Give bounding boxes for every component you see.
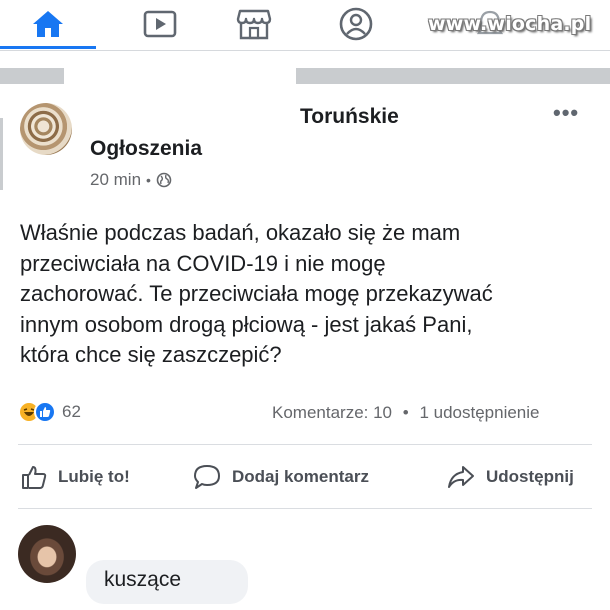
nav-divider xyxy=(0,50,610,51)
globe-icon xyxy=(156,172,172,188)
nav-video-tab[interactable] xyxy=(117,0,203,48)
commenter-avatar[interactable] xyxy=(18,525,76,583)
active-tab-indicator xyxy=(0,46,96,49)
more-options-button[interactable]: ••• xyxy=(553,100,579,126)
page-name-line2[interactable]: Ogłoszenia xyxy=(90,137,202,161)
comments-count[interactable]: Komentarze: 10 xyxy=(272,403,392,422)
stats-separator: • xyxy=(402,403,409,422)
post-text: Właśnie podczas badań, okazało się że ma… xyxy=(20,218,600,371)
nav-home-tab[interactable] xyxy=(5,0,91,48)
share-button[interactable]: Udostępnij xyxy=(446,463,574,491)
share-arrow-icon xyxy=(446,463,486,491)
like-icon xyxy=(34,401,56,423)
comment-text: kuszące xyxy=(104,568,182,591)
thumbs-up-icon xyxy=(20,463,58,491)
home-icon xyxy=(30,9,66,39)
like-button[interactable]: Lubię to! xyxy=(20,463,130,491)
nav-marketplace-tab[interactable] xyxy=(211,0,297,48)
comment-button[interactable]: Dodaj komentarz xyxy=(192,463,369,491)
watermark: www.wiocha.pl xyxy=(428,13,592,35)
post-text-line: zachorować. Te przeciwciała mogę przekaz… xyxy=(20,281,493,306)
top-navigation: www.wiocha.pl xyxy=(0,0,610,52)
nav-profile-tab[interactable] xyxy=(313,0,399,48)
edge-line xyxy=(0,118,3,190)
marketplace-icon xyxy=(235,8,273,40)
speech-bubble-icon xyxy=(192,463,232,491)
reaction-count: 62 xyxy=(62,402,81,421)
meta-separator: • xyxy=(146,172,151,188)
post-text-line: innym osobom drogą płciową - jest jakaś … xyxy=(20,311,473,337)
stats-divider xyxy=(18,444,592,445)
post-text-line: przeciwciała na COVID-19 i nie mogę xyxy=(20,250,386,276)
post-text-line: Właśnie podczas badań, okazało się że ma… xyxy=(20,220,461,245)
separator-band xyxy=(0,68,64,84)
shares-count[interactable]: 1 udostępnienie xyxy=(419,403,539,422)
comments-shares-summary[interactable]: Komentarze: 10 • 1 udostępnienie xyxy=(272,403,539,423)
reactions-summary[interactable]: 62 xyxy=(18,401,81,423)
like-label: Lubię to! xyxy=(58,467,130,486)
page-avatar[interactable] xyxy=(20,103,72,155)
page-name-line1[interactable]: Toruńskie xyxy=(300,105,399,129)
profile-icon xyxy=(338,6,374,42)
separator-band xyxy=(296,68,610,84)
video-icon xyxy=(142,9,178,39)
post-time[interactable]: 20 min xyxy=(90,170,141,190)
actions-divider xyxy=(18,508,592,509)
share-label: Udostępnij xyxy=(486,467,574,486)
post-meta: 20 min • xyxy=(90,170,172,190)
comment-label: Dodaj komentarz xyxy=(232,467,369,486)
bottom-edge xyxy=(0,606,610,610)
post-text-line: która chce się zaszczepić? xyxy=(20,342,282,367)
